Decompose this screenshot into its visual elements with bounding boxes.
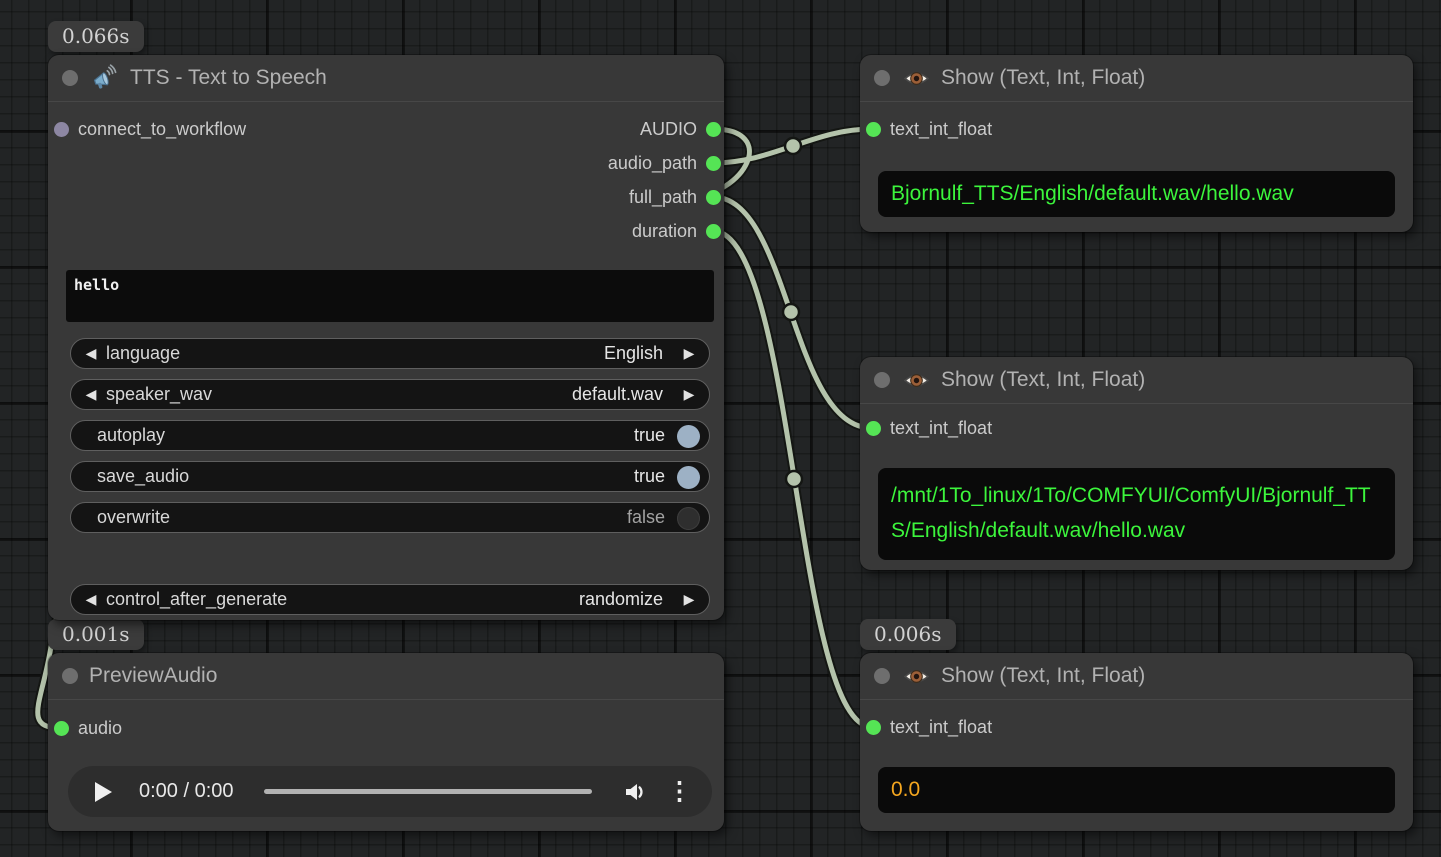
widget-label: autoplay <box>97 421 165 450</box>
output-label: full_path <box>629 187 697 208</box>
output-dot[interactable] <box>706 224 721 239</box>
input-dot[interactable] <box>866 122 881 137</box>
output-port-audio-path: audio_path <box>48 151 724 175</box>
volume-icon[interactable] <box>622 779 648 805</box>
widget-value: randomize <box>579 585 663 614</box>
input-port-text-int-float: text_int_float <box>860 715 992 739</box>
input-label: text_int_float <box>890 418 992 439</box>
widget-overwrite[interactable]: overwrite false <box>70 502 710 533</box>
output-port-duration: duration <box>48 219 724 243</box>
widget-value: true <box>634 421 665 450</box>
execution-time-badge-tts: 0.066s <box>48 21 144 52</box>
collapse-dot[interactable] <box>62 668 78 684</box>
right-arrow-icon[interactable]: ▶ <box>678 339 700 368</box>
node-preview-audio-header[interactable]: PreviewAudio <box>48 653 724 700</box>
output-port-full-path: full_path <box>48 185 724 209</box>
node-show-2[interactable]: Show (Text, Int, Float) text_int_float /… <box>860 357 1413 570</box>
input-dot[interactable] <box>866 720 881 735</box>
right-arrow-icon[interactable]: ▶ <box>678 585 700 614</box>
node-show-1[interactable]: Show (Text, Int, Float) text_int_float B… <box>860 55 1413 232</box>
show-value-display: 0.0 <box>878 767 1395 813</box>
node-show-2-header[interactable]: Show (Text, Int, Float) <box>860 357 1413 404</box>
eye-icon <box>903 367 930 394</box>
widget-speaker-wav[interactable]: ◀ speaker_wav default.wav ▶ <box>70 379 710 410</box>
play-icon[interactable] <box>95 782 112 802</box>
node-title: TTS - Text to Speech <box>130 66 327 90</box>
widget-language[interactable]: ◀ language English ▶ <box>70 338 710 369</box>
output-dot[interactable] <box>706 122 721 137</box>
node-graph-canvas[interactable]: 0.066s 0.001s 0.006s TTS - Text to Speec… <box>0 0 1441 857</box>
node-show-3-header[interactable]: Show (Text, Int, Float) <box>860 653 1413 700</box>
text-input[interactable]: hello <box>66 270 714 322</box>
show-value-display: Bjornulf_TTS/English/default.wav/hello.w… <box>878 171 1395 217</box>
input-port-audio: audio <box>48 716 122 740</box>
left-arrow-icon[interactable]: ◀ <box>80 380 102 409</box>
toggle-knob[interactable] <box>677 466 700 489</box>
widget-label: language <box>106 339 180 368</box>
input-dot[interactable] <box>866 421 881 436</box>
widget-label: save_audio <box>97 462 189 491</box>
collapse-dot[interactable] <box>874 668 890 684</box>
collapse-dot[interactable] <box>62 70 78 86</box>
execution-time-badge-show3: 0.006s <box>860 619 956 650</box>
output-label: audio_path <box>608 153 697 174</box>
widget-save-audio[interactable]: save_audio true <box>70 461 710 492</box>
audio-player[interactable]: 0:00 / 0:00 ⋮ <box>68 766 712 817</box>
widget-label: speaker_wav <box>106 380 212 409</box>
node-show-1-header[interactable]: Show (Text, Int, Float) <box>860 55 1413 102</box>
kebab-menu-icon[interactable]: ⋮ <box>667 779 692 804</box>
widget-value: English <box>604 339 663 368</box>
seek-bar[interactable] <box>264 789 592 794</box>
eye-icon <box>903 65 930 92</box>
output-dot[interactable] <box>706 190 721 205</box>
collapse-dot[interactable] <box>874 70 890 86</box>
widget-value: default.wav <box>572 380 663 409</box>
widget-control-after-generate[interactable]: ◀ control_after_generate randomize ▶ <box>70 584 710 615</box>
output-label: AUDIO <box>640 119 697 140</box>
node-preview-audio[interactable]: PreviewAudio audio 0:00 / 0:00 ⋮ <box>48 653 724 831</box>
eye-icon <box>903 663 930 690</box>
node-title: Show (Text, Int, Float) <box>941 664 1145 688</box>
output-dot[interactable] <box>706 156 721 171</box>
widget-value: true <box>634 462 665 491</box>
node-title: PreviewAudio <box>89 664 217 688</box>
node-title: Show (Text, Int, Float) <box>941 66 1145 90</box>
output-port-audio: AUDIO <box>48 117 724 141</box>
input-port-text-int-float: text_int_float <box>860 117 992 141</box>
node-show-3[interactable]: Show (Text, Int, Float) text_int_float 0… <box>860 653 1413 831</box>
playback-time: 0:00 / 0:00 <box>139 780 234 803</box>
widget-label: control_after_generate <box>106 585 287 614</box>
toggle-knob[interactable] <box>677 425 700 448</box>
link-midpoint-dot <box>786 471 802 487</box>
right-arrow-icon[interactable]: ▶ <box>678 380 700 409</box>
execution-time-badge-preview: 0.001s <box>48 619 144 650</box>
link-midpoint-dot <box>783 304 799 320</box>
node-tts[interactable]: TTS - Text to Speech connect_to_workflow… <box>48 55 724 620</box>
widget-label: overwrite <box>97 503 170 532</box>
input-port-text-int-float: text_int_float <box>860 416 992 440</box>
toggle-knob[interactable] <box>677 507 700 530</box>
collapse-dot[interactable] <box>874 372 890 388</box>
show-value-display: /mnt/1To_linux/1To/COMFYUI/ComfyUI/Bjorn… <box>878 468 1395 560</box>
widget-autoplay[interactable]: autoplay true <box>70 420 710 451</box>
widget-value: false <box>627 503 665 532</box>
node-tts-header[interactable]: TTS - Text to Speech <box>48 55 724 102</box>
node-title: Show (Text, Int, Float) <box>941 368 1145 392</box>
input-dot[interactable] <box>54 721 69 736</box>
input-label: audio <box>78 718 122 739</box>
left-arrow-icon[interactable]: ◀ <box>80 585 102 614</box>
megaphone-icon <box>91 64 119 92</box>
output-label: duration <box>632 221 697 242</box>
input-label: text_int_float <box>890 119 992 140</box>
left-arrow-icon[interactable]: ◀ <box>80 339 102 368</box>
link-midpoint-dot <box>785 138 801 154</box>
input-label: text_int_float <box>890 717 992 738</box>
